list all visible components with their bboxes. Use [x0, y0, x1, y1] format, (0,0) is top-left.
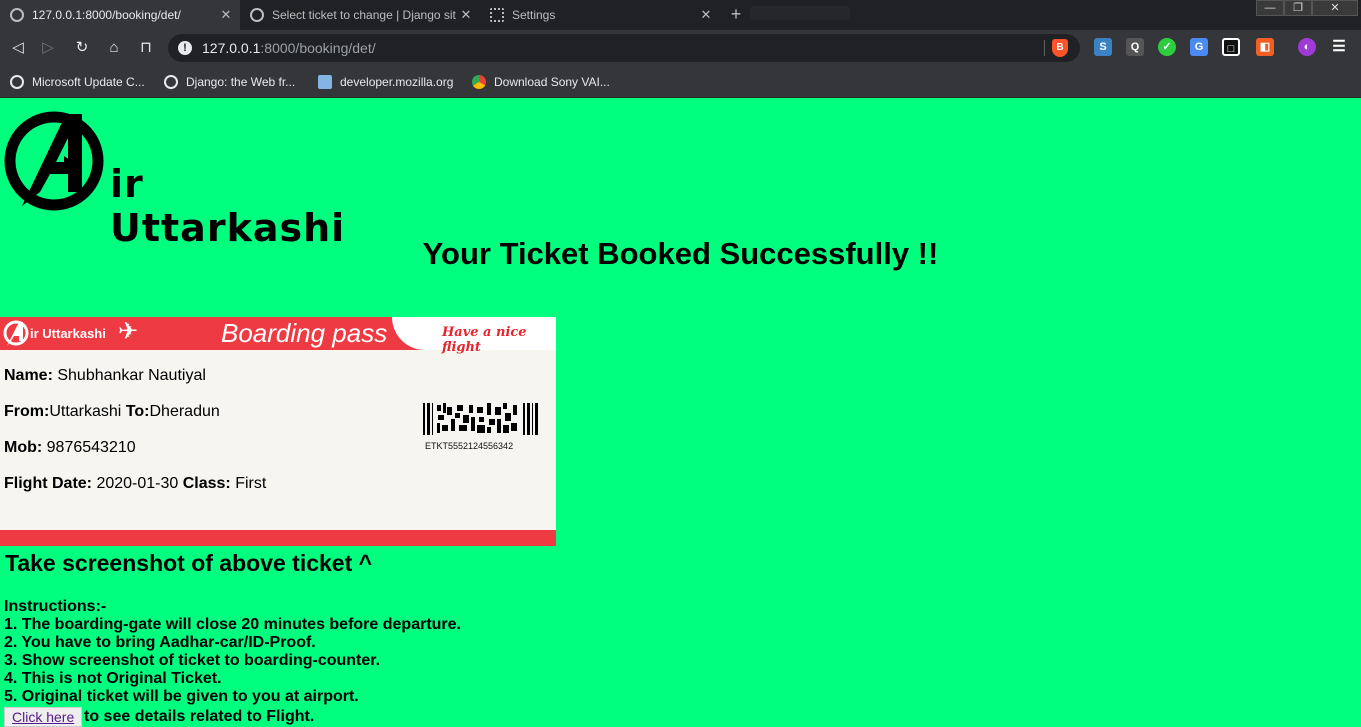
page-content: ir Uttarkashi Your Ticket Booked Success…	[0, 98, 1361, 727]
boarding-pass-airline: ir Uttarkashi	[30, 326, 106, 341]
reload-icon[interactable]: ↻	[72, 38, 92, 58]
close-tab-icon[interactable]: ✕	[458, 7, 474, 23]
forward-icon[interactable]: ▷	[38, 38, 58, 58]
menu-icon[interactable]: ☰	[1330, 38, 1348, 56]
new-tab-button[interactable]: +	[726, 4, 746, 24]
translate-icon[interactable]: G	[1190, 38, 1208, 56]
airline-logo-icon	[3, 320, 29, 346]
instruction-item: 3. Show screenshot of ticket to boarding…	[4, 652, 381, 669]
brave-shield-icon[interactable]: B	[1052, 39, 1068, 57]
instruction-item: 5. Original ticket will be given to you …	[4, 688, 359, 705]
globe-icon	[10, 8, 24, 22]
instruction-item: 1. The boarding-gate will close 20 minut…	[4, 616, 461, 633]
screenshot-note: Take screenshot of above ticket ^	[5, 550, 373, 576]
close-tab-icon[interactable]: ✕	[698, 7, 714, 23]
success-heading: Your Ticket Booked Successfully !!	[422, 236, 939, 271]
extension-key-icon[interactable]: Q	[1126, 38, 1144, 56]
close-window-button[interactable]: ✕	[1312, 0, 1358, 16]
info-icon[interactable]: !	[178, 41, 192, 55]
tagline-text: Have a nice flight	[442, 325, 527, 355]
address-bar[interactable]: ! 127.0.0.1:8000/booking/det/ B	[168, 34, 1080, 62]
globe-icon	[10, 75, 24, 89]
air-uttarkashi-logo: ir Uttarkashi	[4, 108, 384, 250]
extension-check-icon[interactable]: ✓	[1158, 38, 1176, 56]
extension-s-icon[interactable]: S	[1094, 38, 1112, 56]
boarding-pass-title: Boarding pass	[221, 318, 388, 348]
omnibox-divider	[1044, 40, 1045, 56]
instruction-item: 2. You have to bring Aadhar-car/ID-Proof…	[4, 634, 316, 651]
bookmark-django[interactable]: Django: the Web fr...	[164, 73, 295, 91]
bookmarks-bar: Microsoft Update C... Django: the Web fr…	[0, 66, 1361, 98]
bookmark-mdn[interactable]: developer.mozilla.org	[318, 73, 453, 91]
extension-square-icon[interactable]: □	[1222, 38, 1240, 56]
browser-toolbar: ◁ ▷ ↻ ⌂ ⊓ ! 127.0.0.1:8000/booking/det/ …	[0, 30, 1361, 66]
click-here-button[interactable]: Click here	[4, 707, 83, 727]
ticket-code: ETKT5552124556342	[425, 441, 514, 451]
tab-title: 127.0.0.1:8000/booking/det/	[32, 8, 181, 22]
restore-button[interactable]: ❐	[1284, 0, 1312, 16]
gear-icon	[490, 8, 504, 22]
boarding-pass-header: ir Uttarkashi ✈ Boarding pass Have a nic…	[0, 317, 556, 355]
profile-avatar-icon[interactable]: ◐	[1298, 38, 1316, 56]
mobile-row: Mob: 9876543210	[4, 439, 136, 456]
tab-django-admin[interactable]: Select ticket to change | Django sit ✕	[240, 0, 480, 30]
back-icon[interactable]: ◁	[8, 38, 28, 58]
boarding-pass-footer	[0, 530, 556, 546]
instructions-title: Instructions:-	[4, 598, 107, 615]
tab-booking-det[interactable]: 127.0.0.1:8000/booking/det/ ✕	[0, 0, 240, 30]
tab-title: Settings	[512, 8, 556, 22]
route-row: From:Uttarkashi To:Dheradun	[4, 403, 220, 420]
minimize-button[interactable]: —	[1256, 0, 1284, 16]
tab-settings[interactable]: Settings ✕	[480, 0, 720, 30]
globe-icon	[164, 75, 178, 89]
tab-title: Select ticket to change | Django sit	[272, 8, 456, 22]
avengers-a-logo-icon	[4, 111, 104, 211]
bookmark-icon[interactable]: ⊓	[136, 38, 156, 58]
flight-date-row: Flight Date: 2020-01-30 Class: First	[4, 475, 267, 492]
close-tab-icon[interactable]: ✕	[218, 7, 234, 23]
barcode-icon	[423, 403, 538, 435]
extension-orange-icon[interactable]: ◧	[1256, 38, 1274, 56]
instruction-item: 4. This is not Original Ticket.	[4, 670, 222, 687]
tagline-banner: Have a nice flight	[392, 317, 556, 355]
boarding-pass: ir Uttarkashi ✈ Boarding pass Have a nic…	[0, 317, 556, 546]
mdn-icon	[318, 75, 332, 89]
tab-bar: 127.0.0.1:8000/booking/det/ ✕ Select tic…	[0, 0, 1361, 30]
globe-icon	[250, 8, 264, 22]
passenger-name-row: Name: Shubhankar Nautiyal	[4, 367, 206, 384]
home-icon[interactable]: ⌂	[104, 38, 124, 58]
url-text[interactable]: 127.0.0.1:8000/booking/det/	[202, 40, 376, 56]
airplane-icon: ✈	[118, 318, 139, 345]
click-here-description: to see details related to Flight.	[84, 708, 315, 725]
bookmark-sony-vaio[interactable]: Download Sony VAI...	[472, 73, 610, 91]
bookmark-microsoft-update[interactable]: Microsoft Update C...	[10, 73, 145, 91]
tab-strip-blur	[750, 6, 850, 20]
chrome-icon	[472, 75, 486, 89]
